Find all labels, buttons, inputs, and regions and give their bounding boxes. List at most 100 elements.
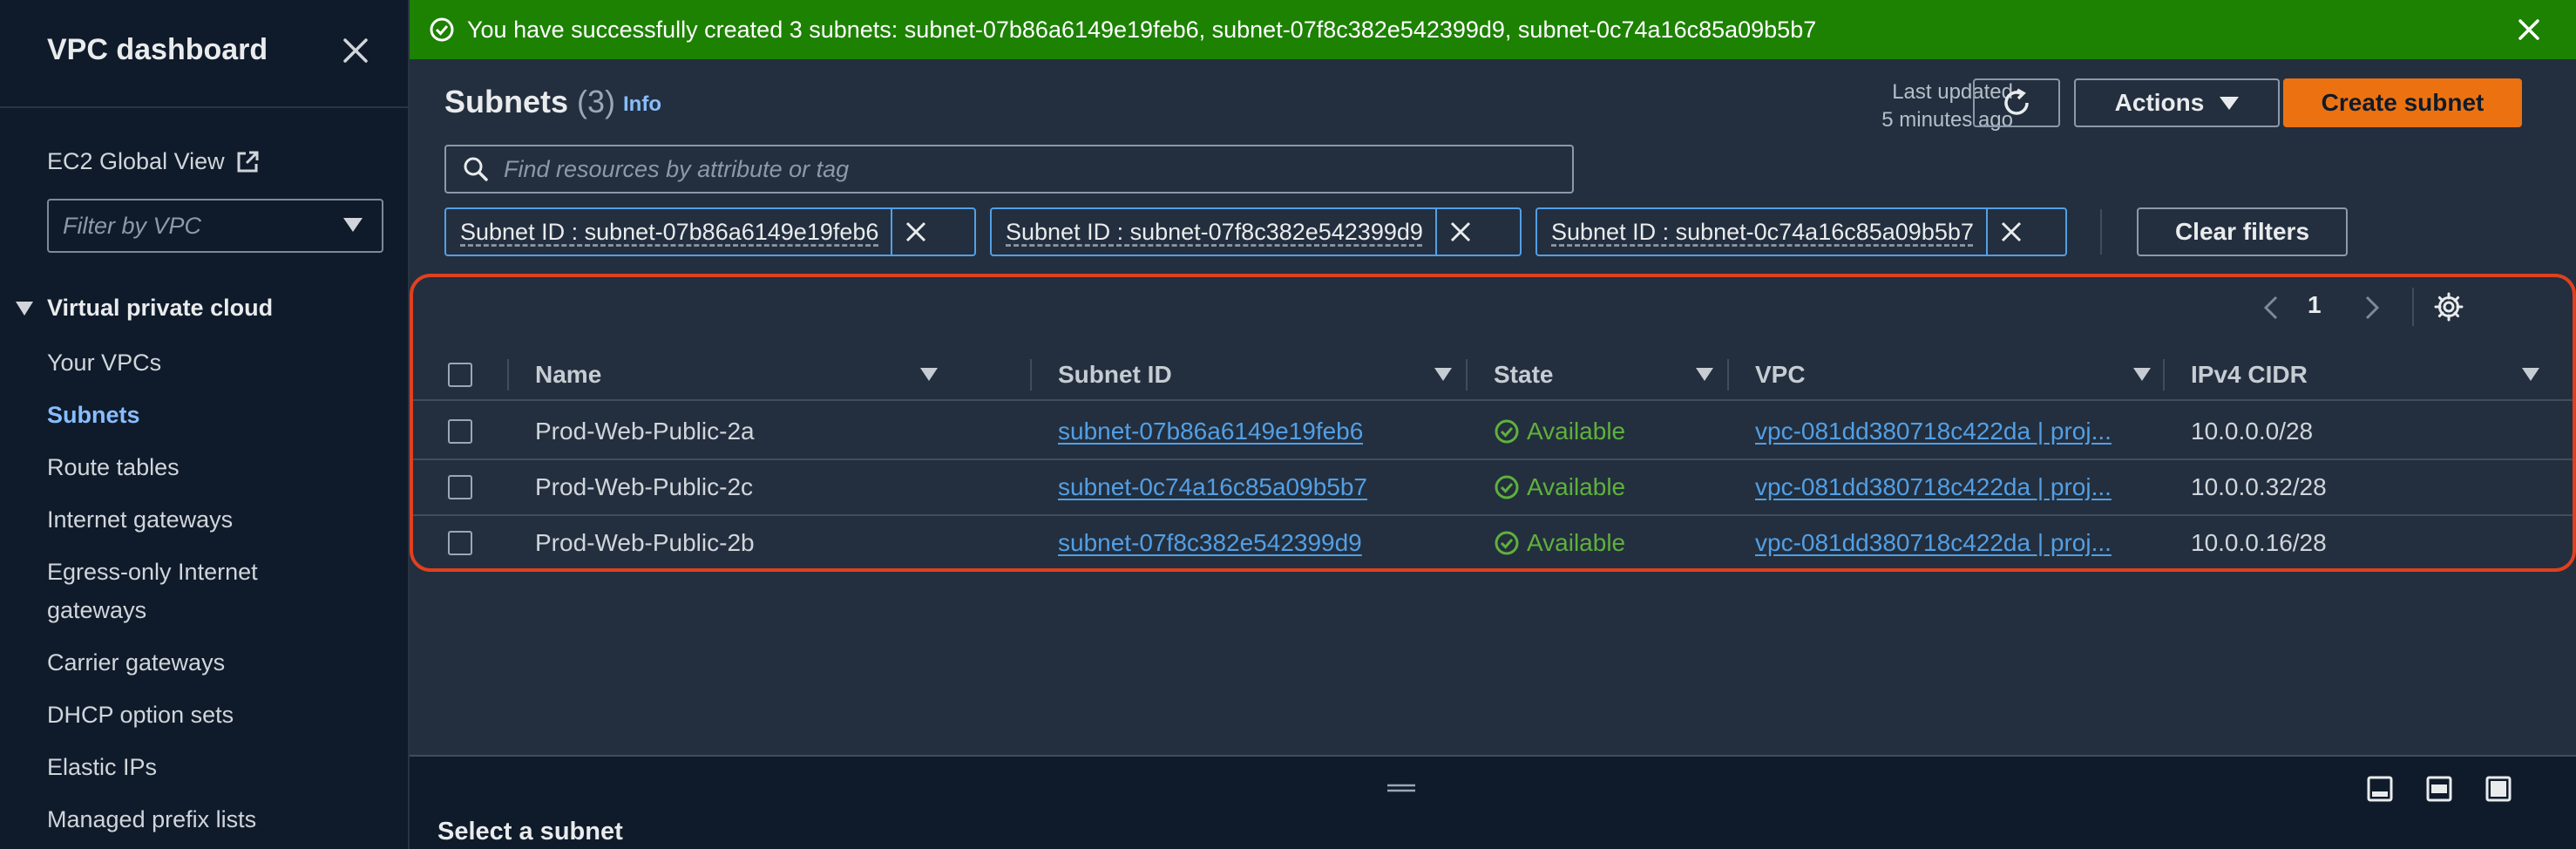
caret-down-icon: [343, 218, 363, 232]
sidebar-item-managed-prefix-lists[interactable]: Managed prefix lists: [47, 800, 256, 839]
split-panel-title: Select a subnet: [437, 818, 623, 846]
sidebar-item-dhcp-option-sets[interactable]: DHCP option sets: [47, 696, 234, 734]
vpc-link[interactable]: vpc-081dd380718c422da | proj...: [1755, 516, 2139, 568]
remove-filter-button[interactable]: [1434, 209, 1484, 255]
close-icon[interactable]: [340, 35, 371, 66]
filter-token[interactable]: Subnet ID : subnet-07f8c382e542399d9: [990, 207, 1522, 256]
row-checkbox-cell: [448, 516, 472, 568]
table-row[interactable]: Prod-Web-Public-2c subnet-0c74a16c85a09b…: [413, 460, 2573, 516]
search-input[interactable]: Find resources by attribute or tag: [444, 145, 1574, 194]
refresh-button[interactable]: [1973, 78, 2060, 127]
row-checkbox[interactable]: [448, 531, 472, 555]
select-all-checkbox[interactable]: [448, 363, 472, 387]
sort-icon[interactable]: [1696, 368, 1713, 381]
remove-filter-button[interactable]: [891, 209, 939, 255]
sort-icon[interactable]: [1434, 368, 1452, 381]
actions-dropdown-button[interactable]: Actions: [2074, 78, 2280, 127]
filter-token-label[interactable]: Subnet ID : subnet-0c74a16c85a09b5b7: [1537, 219, 1986, 246]
chevron-left-icon[interactable]: [2259, 295, 2285, 321]
sidebar-item-internet-gateways[interactable]: Internet gateways: [47, 500, 233, 539]
column-header-label: State: [1494, 361, 1554, 388]
chevron-right-icon[interactable]: [2358, 295, 2384, 321]
caret-down-icon: [16, 301, 33, 316]
subnets-table: 1 Name Subnet ID State VPC IPv4 CIDR Pro…: [410, 274, 2576, 572]
page-number[interactable]: 1: [2308, 291, 2322, 319]
table-row[interactable]: Prod-Web-Public-2b subnet-07f8c382e54239…: [413, 516, 2573, 568]
vpc-link[interactable]: vpc-081dd380718c422da | proj...: [1755, 460, 2139, 514]
column-header-name[interactable]: Name: [535, 349, 955, 401]
gear-icon[interactable]: [2433, 291, 2464, 323]
info-link[interactable]: Info: [623, 92, 661, 117]
sidebar-item-elastic-ips[interactable]: Elastic IPs: [47, 748, 157, 786]
row-checkbox[interactable]: [448, 475, 472, 499]
filter-token-label[interactable]: Subnet ID : subnet-07b86a6149e19feb6: [446, 219, 891, 246]
sidebar-item-subnets[interactable]: Subnets: [47, 396, 140, 434]
filter-divider: [2100, 209, 2102, 255]
column-header-label: Subnet ID: [1058, 361, 1172, 388]
row-checkbox[interactable]: [448, 419, 472, 444]
pagination-divider: [2412, 288, 2414, 326]
split-panel-side-icon[interactable]: [2424, 774, 2454, 804]
sidebar-section-virtual-private-cloud[interactable]: Virtual private cloud: [16, 295, 273, 322]
filter-token[interactable]: Subnet ID : subnet-0c74a16c85a09b5b7: [1535, 207, 2067, 256]
sidebar-item-your-vpcs[interactable]: Your VPCs: [47, 343, 161, 382]
sidebar-divider: [0, 106, 410, 108]
close-icon: [2001, 221, 2021, 242]
column-divider: [1466, 359, 1468, 391]
split-panel-bottom-icon[interactable]: [2365, 774, 2395, 804]
cell-state: Available: [1494, 516, 1625, 568]
select-all-checkbox-cell: [448, 349, 483, 401]
resize-handle-icon[interactable]: [1386, 783, 1417, 793]
flash-message: You have successfully created 3 subnets:…: [467, 16, 1817, 43]
sort-icon[interactable]: [920, 368, 938, 381]
cell-state: Available: [1494, 460, 1625, 514]
remove-filter-button[interactable]: [1985, 209, 2035, 255]
sidebar-item-route-tables[interactable]: Route tables: [47, 448, 180, 486]
sidebar-title: VPC dashboard: [47, 33, 268, 66]
cell-state: Available: [1494, 404, 1625, 458]
pagination: 1: [2259, 277, 2573, 335]
column-header-subnet-id[interactable]: Subnet ID: [1058, 349, 1469, 401]
filter-token[interactable]: Subnet ID : subnet-07b86a6149e19feb6: [444, 207, 976, 256]
row-checkbox-cell: [448, 460, 472, 514]
column-divider: [507, 359, 509, 391]
column-header-label: VPC: [1755, 361, 1806, 388]
sort-icon[interactable]: [2133, 368, 2151, 381]
close-icon[interactable]: [2515, 16, 2543, 44]
state-label: Available: [1527, 473, 1626, 500]
column-header-vpc[interactable]: VPC: [1755, 349, 2168, 401]
success-check-icon: [430, 17, 454, 42]
sidebar: VPC dashboard EC2 Global View Filter by …: [0, 0, 410, 849]
search-placeholder: Find resources by attribute or tag: [504, 155, 850, 182]
filter-token-label[interactable]: Subnet ID : subnet-07f8c382e542399d9: [992, 219, 1435, 246]
subnet-id-link[interactable]: subnet-07f8c382e542399d9: [1058, 516, 1362, 568]
success-flash-banner: You have successfully created 3 subnets:…: [410, 0, 2576, 59]
state-label: Available: [1527, 418, 1626, 445]
create-subnet-button[interactable]: Create subnet: [2283, 78, 2522, 127]
column-header-state[interactable]: State: [1494, 349, 1731, 401]
subnet-id-link[interactable]: subnet-07b86a6149e19feb6: [1058, 404, 1363, 458]
sidebar-item-label: EC2 Global View: [47, 148, 225, 174]
cell-ipv4-cidr: 10.0.0.0/28: [2191, 418, 2314, 445]
sidebar-item-carrier-gateways[interactable]: Carrier gateways: [47, 643, 225, 682]
split-panel-full-icon[interactable]: [2484, 774, 2513, 804]
sidebar-item-egress-only-internet-gateways[interactable]: Egress-only Internet gateways: [47, 553, 335, 629]
cell-name: Prod-Web-Public-2a: [535, 418, 755, 445]
vpc-filter-select[interactable]: Filter by VPC: [47, 199, 383, 253]
caret-down-icon: [2220, 96, 2240, 110]
cell-ipv4-cidr: 10.0.0.32/28: [2191, 473, 2327, 500]
vpc-link[interactable]: vpc-081dd380718c422da | proj...: [1755, 404, 2139, 458]
table-row[interactable]: Prod-Web-Public-2a subnet-07b86a6149e19f…: [413, 404, 2573, 460]
column-header-label: IPv4 CIDR: [2191, 361, 2308, 388]
subnet-id-link[interactable]: subnet-0c74a16c85a09b5b7: [1058, 460, 1367, 514]
sort-icon[interactable]: [2522, 368, 2539, 381]
external-link-icon: [237, 151, 259, 172]
sidebar-section-label: Virtual private cloud: [47, 295, 274, 321]
table-header: Name Subnet ID State VPC IPv4 CIDR: [413, 349, 2573, 401]
close-icon: [1450, 221, 1470, 242]
column-divider: [1727, 359, 1729, 391]
success-check-icon: [1495, 475, 1519, 499]
clear-filters-button[interactable]: Clear filters: [2137, 207, 2348, 256]
sidebar-item-ec2-global-view[interactable]: EC2 Global View: [47, 148, 260, 175]
column-header-ipv4-cidr[interactable]: IPv4 CIDR: [2191, 349, 2557, 401]
